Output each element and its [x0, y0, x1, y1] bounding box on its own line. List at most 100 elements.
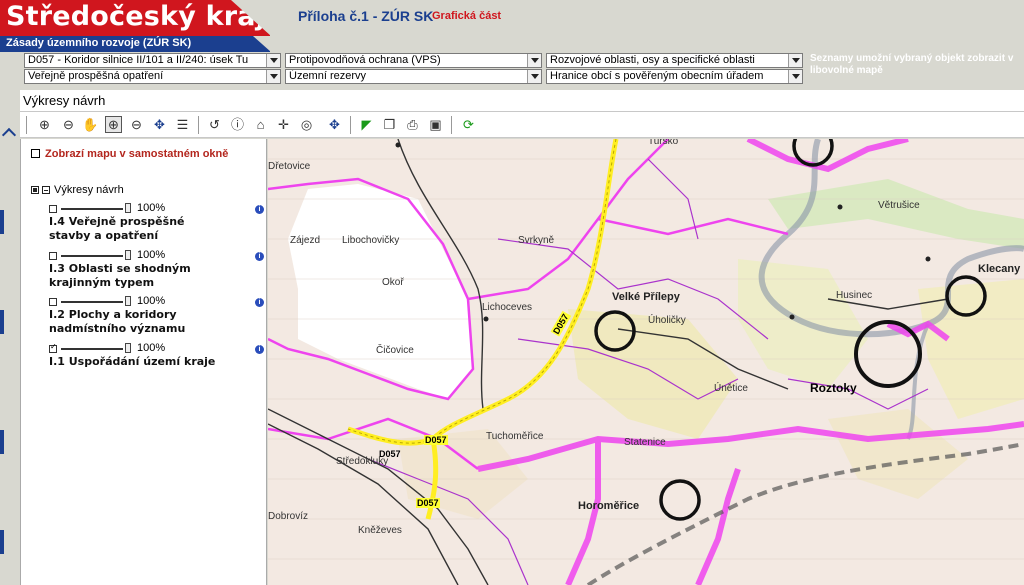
- layer-item: 100% i I.4 Veřejně prospěšné stavby a op…: [49, 202, 264, 247]
- toolbar-separator: [451, 116, 452, 134]
- tree-root-label: Výkresy návrh: [54, 184, 124, 196]
- map-place-label: Úholičky: [648, 315, 686, 326]
- history-icon[interactable]: ↺: [206, 116, 223, 133]
- toolbar-separator: [198, 116, 199, 134]
- select-value: D057 - Koridor silnice II/101 a II/240: …: [28, 54, 249, 66]
- select-hint: Seznamy umožní vybraný objekt zobrazit v…: [810, 53, 1014, 76]
- map-toolbar: ⊕ ⊖ ✋ ⊕ ⊖ ✥ ☰ ↺ ⓘ ⌂ ✛ ◎ ✥ ◤ ❐ ⎙ ▣ ⟳: [20, 111, 1024, 138]
- map-place-label: Okoř: [382, 277, 404, 288]
- logo-title: Středočeský kraj: [6, 1, 266, 32]
- edge-marker: [0, 310, 4, 334]
- road-label: D057: [379, 449, 401, 459]
- edge-marker: [0, 530, 4, 554]
- select-value: Protipovodňová ochrana (VPS): [289, 54, 441, 66]
- print-icon[interactable]: ⎙: [404, 116, 421, 133]
- info-icon[interactable]: i: [255, 345, 264, 354]
- select-development-areas[interactable]: Rozvojové oblasti, osy a specifické obla…: [546, 53, 803, 68]
- map-canvas[interactable]: Dřetovice Zájezd Libochovičky Svrkyně Ok…: [268, 139, 1024, 585]
- zoom-in-icon[interactable]: ⊕: [105, 116, 122, 133]
- opacity-value: 100%: [137, 249, 166, 261]
- section-header: Výkresy návrh: [20, 90, 1024, 111]
- map-place-label: Horoměřice: [578, 500, 640, 512]
- logo-subtitle: Zásady územního rozvoje (ZÚR SK): [6, 37, 192, 49]
- chevron-down-icon[interactable]: [266, 70, 280, 83]
- opacity-slider-track[interactable]: [61, 208, 123, 210]
- select-flood-protection[interactable]: Protipovodňová ochrana (VPS): [285, 53, 542, 68]
- opacity-slider-handle[interactable]: [125, 203, 131, 213]
- select-value: Hranice obcí s pověřeným obecním úřadem: [550, 70, 764, 82]
- copy-icon[interactable]: ❐: [381, 116, 398, 133]
- map-place-label: Lichoceves: [482, 302, 533, 313]
- page-title: Příloha č.1 - ZÚR SK: [298, 8, 434, 24]
- zoom-back-icon[interactable]: ⊖: [60, 116, 77, 133]
- layer-checkbox[interactable]: [49, 298, 57, 306]
- layer-checkbox[interactable]: [49, 342, 57, 353]
- info-icon[interactable]: i: [255, 252, 264, 261]
- layer-checkbox[interactable]: [49, 252, 57, 260]
- zoom-full-icon[interactable]: ⊕: [36, 116, 53, 133]
- layer-item: 100% i I.3 Oblasti se shodným krajinným …: [49, 249, 264, 294]
- chevron-down-icon[interactable]: [527, 54, 541, 67]
- layer-checkbox[interactable]: [49, 205, 57, 213]
- opacity-slider-track[interactable]: [61, 255, 123, 257]
- save-icon[interactable]: ▣: [427, 116, 444, 133]
- select-vps-object[interactable]: D057 - Koridor silnice II/101 a II/240: …: [24, 53, 281, 68]
- section-title: Výkresy návrh: [23, 93, 106, 108]
- chevron-down-icon[interactable]: [266, 54, 280, 67]
- map-place-label: Čičovice: [376, 345, 414, 356]
- map-place-label: Libochovičky: [342, 235, 400, 246]
- info-icon[interactable]: i: [255, 205, 264, 214]
- pan-hand-icon[interactable]: ✋: [82, 116, 99, 133]
- home-icon[interactable]: ⌂: [252, 116, 269, 133]
- map-place-label: Větrušice: [878, 200, 920, 211]
- road-label: D057: [424, 435, 448, 445]
- zoom-out-icon[interactable]: ⊖: [128, 116, 145, 133]
- legend-icon[interactable]: ☰: [174, 116, 191, 133]
- chevron-up-icon[interactable]: [1, 127, 17, 143]
- map-place-label: Dobrovíz: [268, 511, 309, 522]
- move-icon[interactable]: ✥: [151, 116, 168, 133]
- opacity-slider-track[interactable]: [61, 301, 123, 303]
- select-territorial-reserves[interactable]: Územní rezervy: [285, 69, 542, 84]
- layer-item: 100% i I.1 Uspořádání území kraje: [49, 342, 264, 387]
- chevron-down-icon[interactable]: [788, 54, 802, 67]
- opacity-slider-handle[interactable]: [125, 296, 131, 306]
- select-municipality-borders[interactable]: Hranice obcí s pověřeným obecním úřadem: [546, 69, 803, 84]
- logo: Středočeský kraj Zásady územního rozvoje…: [0, 0, 271, 52]
- collapse-icon[interactable]: [42, 186, 50, 194]
- layer-item: 100% i I.2 Plochy a koridory nadmístního…: [49, 295, 264, 340]
- measure-icon[interactable]: ✛: [275, 116, 292, 133]
- layer-name[interactable]: I.1 Uspořádání území kraje: [49, 355, 229, 369]
- layer-name[interactable]: I.3 Oblasti se shodným krajinným typem: [49, 262, 229, 290]
- map-place-label: Kněževes: [358, 525, 402, 536]
- layer-name[interactable]: I.4 Veřejně prospěšné stavby a opatření: [49, 215, 229, 243]
- chevron-down-icon[interactable]: [527, 70, 541, 83]
- info-icon[interactable]: i: [255, 298, 264, 307]
- layer-name[interactable]: I.2 Plochy a koridory nadmístního význam…: [49, 308, 229, 336]
- opacity-slider-track[interactable]: [61, 348, 123, 350]
- app-window: Středočeský kraj Zásady územního rozvoje…: [0, 0, 1024, 585]
- map-place-label: Husinec: [836, 290, 873, 301]
- select-area-icon[interactable]: ◎: [298, 116, 315, 133]
- flag-icon[interactable]: ◤: [358, 116, 375, 133]
- opacity-value: 100%: [137, 202, 166, 214]
- edge-marker: [0, 210, 4, 234]
- map-place-label: Statenice: [624, 437, 666, 448]
- map-place-label: Únětice: [714, 383, 748, 394]
- map-place-label: Zájezd: [290, 235, 321, 246]
- opacity-slider-handle[interactable]: [125, 343, 131, 353]
- opacity-slider-handle[interactable]: [125, 250, 131, 260]
- map-place-label: Roztoky: [810, 381, 857, 395]
- chevron-down-icon[interactable]: [788, 70, 802, 83]
- select-public-measures[interactable]: Veřejně prospěšná opatření: [24, 69, 281, 84]
- tree-root-checkbox[interactable]: [31, 186, 39, 194]
- toolbar-separator: [26, 116, 27, 134]
- map-place-label: Dřetovice: [268, 161, 311, 172]
- toolbar-separator: [350, 116, 351, 134]
- select-value: Rozvojové oblasti, osy a specifické obla…: [550, 54, 755, 66]
- refresh-icon[interactable]: ⟳: [460, 116, 477, 133]
- opacity-value: 100%: [137, 295, 166, 307]
- info-icon[interactable]: ⓘ: [229, 116, 246, 133]
- logo-red-band: Středočeský kraj: [0, 0, 271, 36]
- pan-arrows-icon[interactable]: ✥: [326, 116, 343, 133]
